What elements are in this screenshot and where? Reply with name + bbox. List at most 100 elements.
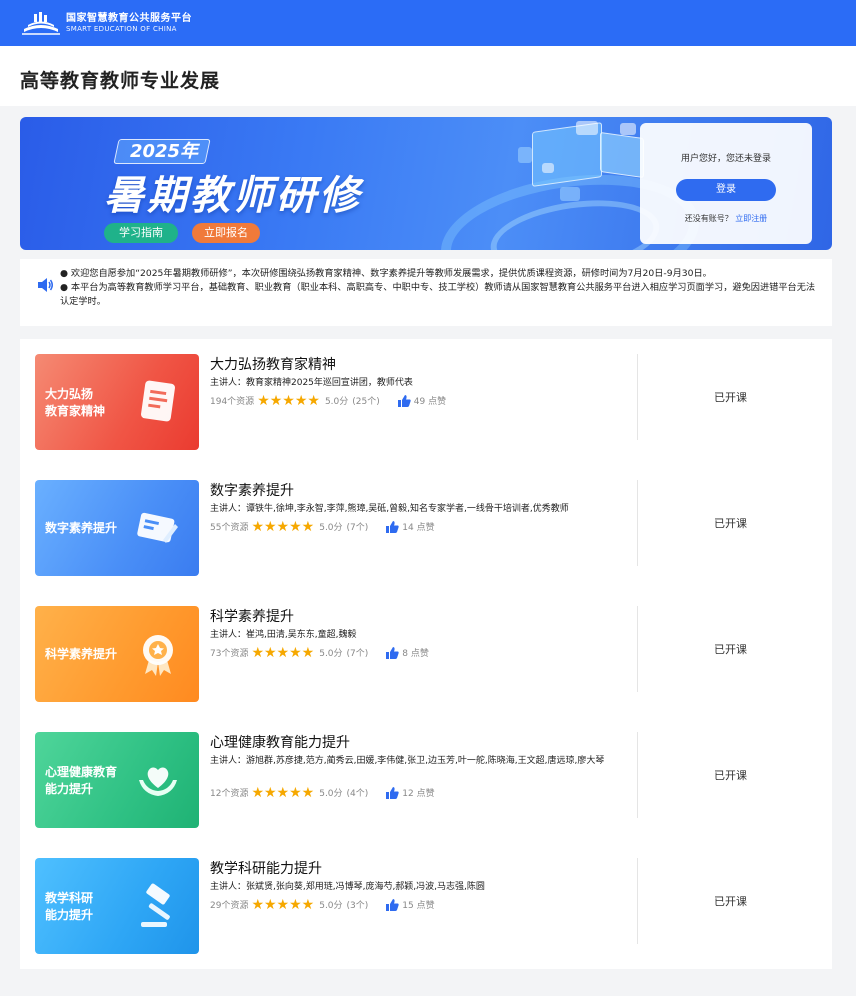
login-greeting: 用户您好，您还未登录 [680,154,771,164]
banner-screen-graphic [600,131,644,179]
like-button[interactable]: 15 点赞 [386,898,435,911]
banner-tile [542,163,554,173]
course-title[interactable]: 数字素养提升 [210,480,294,500]
like-count: 49 点赞 [413,397,447,407]
resource-count: 73个资源 [210,649,249,659]
course-speakers: 主讲人：崔鸿,田清,吴东东,童超,魏毅 [210,630,357,640]
notice-line: ● 欢迎您自愿参加“2025年暑期教师研修”，本次研修围绕弘扬教育家精神、数字素… [60,268,712,279]
star-rating-icon: ★★★★★ [257,392,320,409]
course-item[interactable]: 心理健康教育 能力提升 心理健康教育能力提升 主讲人：游旭群,苏彦捷,范方,蔺秀云… [20,717,832,828]
notice-panel: ● 欢迎您自愿参加“2025年暑期教师研修”，本次研修围绕弘扬教育家精神、数字素… [20,259,832,326]
like-count: 15 点赞 [402,901,435,911]
signup-button[interactable]: 立即报名 [192,223,260,243]
logo-chinese-name: 国家智慧教育公共服务平台 [66,13,192,25]
course-title[interactable]: 科学素养提升 [210,606,294,626]
platform-logo-icon[interactable] [20,9,62,37]
cover-title: 科学素养提升 [45,647,118,661]
logo-english-name: SMART EDUCATION OF CHINA [66,24,177,33]
course-item[interactable]: 数字素养提升 数字素养提升 主讲人：谭铁牛,徐坤,李永智,李萍,熊璋,吴砥,曾毅… [20,465,832,576]
rating-score: 5.0分 [319,789,343,799]
platform-logo-text[interactable]: 国家智慧教育公共服务平台 SMART EDUCATION OF CHINA [66,13,192,33]
like-count: 8 点赞 [402,649,429,659]
course-title[interactable]: 教学科研能力提升 [210,858,322,878]
course-item[interactable]: 教学科研 能力提升 教学科研能力提升 主讲人：张斌贤,张向葵,郑用琏,冯博琴,庞海… [20,843,832,954]
medal-icon [143,635,173,676]
thumbs-up-icon [386,520,399,533]
rating-count: (7个) [346,649,369,659]
like-button[interactable]: 8 点赞 [386,646,429,659]
like-button[interactable]: 12 点赞 [386,786,435,799]
thumbs-up-icon [397,394,411,407]
course-cover[interactable]: 数字素养提升 [35,480,199,576]
course-cover[interactable]: 教学科研 能力提升 [35,858,199,954]
thumbs-up-icon [386,646,399,659]
rating-score: 5.0分 [319,523,343,533]
star-rating-icon: ★★★★★ [251,518,315,535]
course-cover[interactable]: 大力弘扬 教育家精神 [35,354,199,450]
rating-score: 5.0分 [319,649,343,659]
thumbs-up-icon [386,786,399,799]
course-title[interactable]: 心理健康教育能力提升 [210,732,350,752]
course-status: 已开课 [714,517,747,530]
cover-title: 数字素养提升 [45,521,118,535]
course-cover[interactable]: 心理健康教育 能力提升 [35,732,199,828]
no-account-text: 还没有账号？ [684,214,733,223]
divider [637,354,638,440]
rating-count: (3个) [346,901,369,911]
cover-title: 大力弘扬 教育家精神 [45,387,106,418]
notice-line: ● 本平台为高等教育教师学习平台，基础教育、职业教育（职业本科、高职高专、中职中… [60,282,816,307]
document-icon [141,380,175,422]
like-count: 12 点赞 [402,789,435,799]
course-meta: 55个资源 ★★★★★ 5.0分 (7个) 14 点赞 [210,518,435,535]
resource-count: 12个资源 [210,789,249,799]
like-button[interactable]: 14 点赞 [386,520,435,533]
rating-count: (4个) [346,789,369,799]
study-guide-button[interactable]: 学习指南 [104,223,178,243]
course-speakers: 主讲人：教育家精神2025年巡回宣讲团，教师代表 [210,378,413,388]
like-count: 14 点赞 [402,523,435,533]
banner-tile [576,121,598,135]
course-speakers: 主讲人：谭铁牛,徐坤,李永智,李萍,熊璋,吴砥,曾毅,知名专家学者,一线骨干培训… [210,504,569,514]
course-title[interactable]: 大力弘扬教育家精神 [210,354,336,374]
course-list: 大力弘扬 教育家精神 大力弘扬教育家精神 主讲人：教育家精神2025年巡回宣讲团，… [20,339,832,969]
course-meta: 73个资源 ★★★★★ 5.0分 (7个) 8 点赞 [210,644,429,661]
page-title: 高等教育教师专业发展 [20,70,221,92]
course-status: 已开课 [714,643,747,656]
speaker-icon [38,278,53,292]
heart-hands-icon [139,767,177,796]
divider [637,858,638,944]
rating-count: (25个) [352,397,380,407]
register-link[interactable]: 立即注册 [735,214,767,223]
card-pen-icon [137,512,178,543]
banner-tile [560,187,580,201]
divider [637,480,638,566]
rating-score: 5.0分 [319,901,343,911]
rating-count: (7个) [346,523,369,533]
banner-year: 2025年 [129,141,199,162]
gavel-icon [141,883,170,927]
star-rating-icon: ★★★★★ [251,644,315,661]
divider [637,732,638,818]
register-prompt: 还没有账号？ 立即注册 [640,213,812,224]
resource-count: 55个资源 [210,523,249,533]
banner-headline: 暑期教师研修 [104,173,362,219]
summer-training-banner: 2025年 暑期教师研修 学习指南 立即报名 用户您好，您还未登录 登录 还没有… [20,117,832,250]
notice-text: ● 欢迎您自愿参加“2025年暑期教师研修”，本次研修围绕弘扬教育家精神、数字素… [60,267,820,309]
course-status: 已开课 [714,391,747,404]
top-navbar: 国家智慧教育公共服务平台 SMART EDUCATION OF CHINA [0,0,856,46]
star-rating-icon: ★★★★★ [251,784,315,801]
banner-tile [620,123,636,135]
like-button[interactable]: 49 点赞 [397,394,447,407]
course-speakers: 主讲人：游旭群,苏彦捷,范方,蔺秀云,田媛,李伟健,张卫,边玉芳,叶一舵,陈晓海… [210,756,605,766]
cover-title: 心理健康教育 能力提升 [45,765,118,796]
course-cover[interactable]: 科学素养提升 [35,606,199,702]
star-rating-icon: ★★★★★ [251,896,315,913]
divider [637,606,638,692]
course-meta: 29个资源 ★★★★★ 5.0分 (3个) 15 点赞 [210,896,435,913]
login-button[interactable]: 登录 [676,179,776,201]
course-meta: 12个资源 ★★★★★ 5.0分 (4个) 12 点赞 [210,784,435,801]
cover-title: 教学科研 能力提升 [45,891,94,922]
course-item[interactable]: 科学素养提升 科学素养提升 主讲人：崔鸿,田清,吴东东,童超,魏毅 73个资源 … [20,591,832,702]
course-item[interactable]: 大力弘扬 教育家精神 大力弘扬教育家精神 主讲人：教育家精神2025年巡回宣讲团，… [20,339,832,450]
course-meta: 194个资源 ★★★★★ 5.0分 (25个) 49 点赞 [210,392,447,409]
